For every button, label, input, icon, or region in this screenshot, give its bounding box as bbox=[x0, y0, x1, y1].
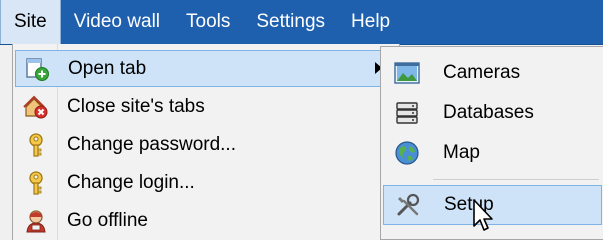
cameras-icon bbox=[393, 59, 421, 87]
menu-site[interactable]: Site bbox=[0, 0, 61, 44]
submenu-item-label: Map bbox=[443, 142, 480, 163]
submenu-divider bbox=[433, 179, 599, 180]
menu-item-label: Change login... bbox=[67, 171, 195, 193]
submenu-item-label: Cameras bbox=[443, 62, 521, 83]
user-offline-icon bbox=[20, 205, 52, 237]
submenu-item-label: Databases bbox=[443, 102, 534, 123]
globe-icon bbox=[393, 139, 421, 167]
menu-bar: Site Video wall Tools Settings Help bbox=[0, 0, 603, 45]
menu-tools[interactable]: Tools bbox=[173, 0, 243, 44]
submenu-item-databases[interactable]: Databases bbox=[383, 93, 602, 133]
menu-video-wall[interactable]: Video wall bbox=[61, 0, 173, 44]
submenu-item-cameras[interactable]: Cameras bbox=[383, 53, 602, 93]
menu-item-change-login[interactable]: Change login... bbox=[15, 164, 397, 201]
menu-help[interactable]: Help bbox=[338, 0, 403, 44]
menu-item-change-password[interactable]: Change password... bbox=[15, 126, 397, 163]
tools-icon bbox=[394, 191, 422, 219]
open-tab-icon bbox=[21, 53, 53, 85]
mouse-pointer-icon bbox=[472, 198, 496, 234]
menu-item-label: Close site's tabs bbox=[67, 95, 205, 117]
menu-item-open-tab[interactable]: Open tab bbox=[15, 50, 397, 87]
menu-item-label: Change password... bbox=[67, 133, 236, 155]
menu-settings[interactable]: Settings bbox=[243, 0, 338, 44]
key-icon bbox=[20, 129, 52, 161]
menu-item-label: Open tab bbox=[68, 57, 147, 79]
key-icon bbox=[20, 167, 52, 199]
close-tabs-icon bbox=[20, 91, 52, 123]
menu-item-close-sites-tabs[interactable]: Close site's tabs bbox=[15, 88, 397, 125]
menu-item-label: Go offline bbox=[67, 209, 148, 231]
submenu-item-map[interactable]: Map bbox=[383, 133, 602, 173]
site-dropdown-menu: Open tab Close site's tabs Change passwo… bbox=[12, 44, 400, 240]
databases-icon bbox=[393, 99, 421, 127]
menu-item-go-offline[interactable]: Go offline bbox=[15, 202, 397, 239]
